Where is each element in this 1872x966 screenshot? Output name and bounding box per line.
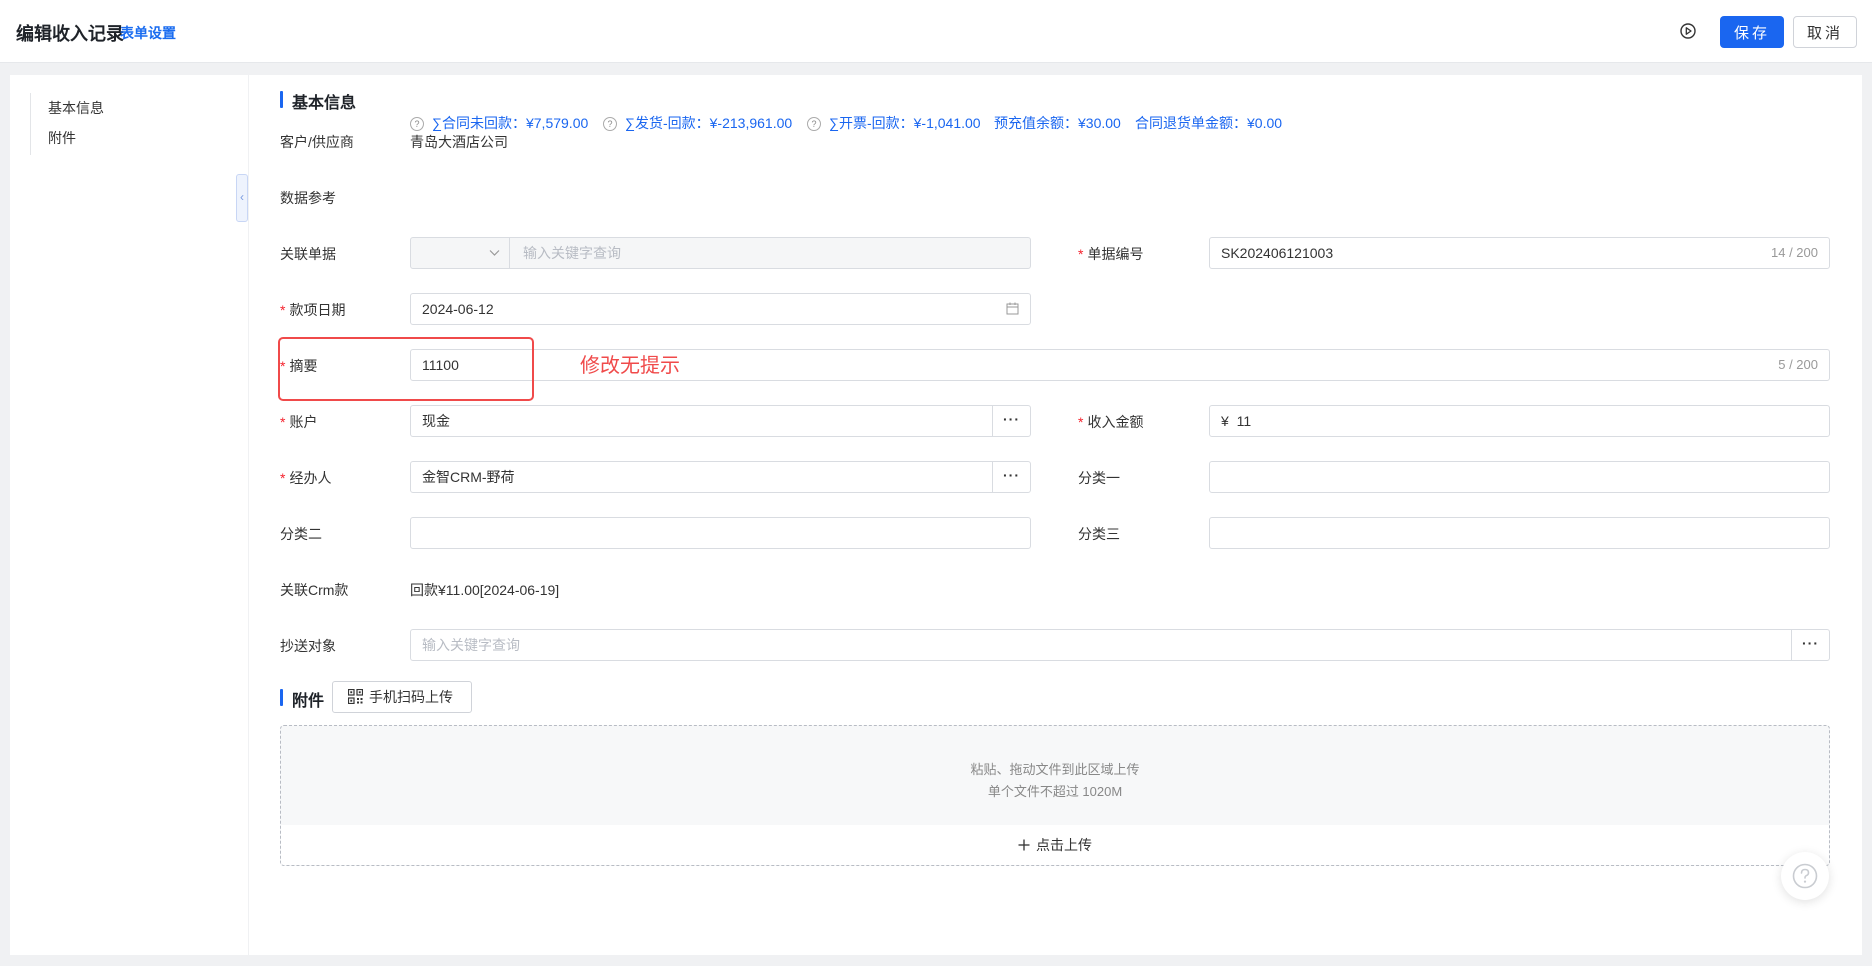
payment-date-picker[interactable]: 2024-06-12 bbox=[410, 293, 1031, 325]
page-title: 编辑收入记录 bbox=[16, 24, 124, 44]
account-field[interactable]: 现金 ··· bbox=[410, 405, 1031, 437]
save-button[interactable]: 保存 bbox=[1720, 16, 1784, 48]
collapse-sidebar-handle[interactable]: ‹ bbox=[236, 174, 248, 222]
category2-input[interactable] bbox=[410, 517, 1031, 549]
account-label: * 账户 bbox=[280, 414, 318, 430]
cancel-button[interactable]: 取消 bbox=[1793, 16, 1857, 48]
scan-upload-button[interactable]: 手机扫码上传 bbox=[332, 681, 472, 713]
more-options-button[interactable]: ··· bbox=[992, 406, 1030, 436]
handler-field[interactable]: 金智CRM-野荷 ··· bbox=[410, 461, 1031, 493]
ref-contract-return-amount: 合同退货单金额：¥0.00 bbox=[1135, 115, 1283, 131]
play-icon[interactable] bbox=[1679, 22, 1697, 40]
dropzone-size-hint: 单个文件不超过 1020M bbox=[987, 784, 1123, 799]
data-ref-label: 数据参考 bbox=[280, 190, 336, 206]
ref-prepaid-balance: 预充值余额：¥30.00 bbox=[994, 115, 1121, 131]
customer-label: 客户/供应商 bbox=[280, 134, 354, 150]
income-amount-input[interactable]: ¥ 11 bbox=[1209, 405, 1830, 437]
cc-field[interactable]: 输入关键字查询 ··· bbox=[410, 629, 1830, 661]
category3-input[interactable] bbox=[1209, 517, 1830, 549]
sidebar: 基本信息 附件 bbox=[10, 75, 248, 955]
related-doc-search-input: 输入关键字查询 bbox=[523, 245, 621, 261]
chevron-down-icon bbox=[489, 250, 500, 256]
chevron-left-icon: ‹ bbox=[240, 190, 244, 204]
anchor-nav: 基本信息 附件 bbox=[30, 93, 104, 155]
click-upload-button[interactable]: 点击上传 bbox=[281, 825, 1829, 865]
doc-number-label: * 单据编号 bbox=[1078, 246, 1144, 262]
related-crm-label: 关联Crm款 bbox=[280, 582, 349, 598]
sidebar-item-attachments[interactable]: 附件 bbox=[48, 123, 104, 153]
form-settings-link[interactable]: 表单设置 bbox=[120, 23, 176, 43]
customer-value: 青岛大酒店公司 bbox=[410, 134, 508, 150]
char-counter: 14 / 200 bbox=[1771, 245, 1818, 260]
category3-label: 分类三 bbox=[1078, 526, 1120, 542]
ref-contract-unpaid: ? ∑合同未回款：¥7,579.00 bbox=[410, 113, 588, 133]
income-amount-label: * 收入金额 bbox=[1078, 414, 1144, 430]
help-circle-icon[interactable]: ? bbox=[603, 117, 617, 131]
related-doc-label: 关联单据 bbox=[280, 246, 336, 262]
help-circle-icon[interactable]: ? bbox=[807, 117, 821, 131]
more-options-button[interactable]: ··· bbox=[1791, 630, 1829, 660]
help-circle-icon[interactable]: ? bbox=[410, 117, 424, 131]
cc-label: 抄送对象 bbox=[280, 638, 336, 654]
category1-label: 分类一 bbox=[1078, 470, 1120, 486]
handler-label: * 经办人 bbox=[280, 470, 332, 486]
cc-search-input[interactable]: 输入关键字查询 bbox=[422, 637, 520, 653]
section-title-attachments: 附件 bbox=[280, 687, 324, 711]
ref-shipped-minus-paid: ? ∑发货-回款：¥-213,961.00 bbox=[603, 113, 792, 133]
related-crm-value: 回款¥11.00[2024-06-19] bbox=[410, 582, 560, 598]
annotation-highlight-box bbox=[278, 337, 534, 401]
file-dropzone[interactable]: 粘贴、拖动文件到此区域上传 单个文件不超过 1020M 点击上传 bbox=[280, 725, 1830, 866]
section-title-basic-info: 基本信息 bbox=[280, 89, 356, 113]
related-doc-type-select bbox=[411, 238, 510, 268]
dropzone-hint: 粘贴、拖动文件到此区域上传 bbox=[970, 762, 1140, 777]
more-options-button[interactable]: ··· bbox=[992, 462, 1030, 492]
category1-input[interactable] bbox=[1209, 461, 1830, 493]
help-icon bbox=[1792, 863, 1818, 889]
sidebar-item-basic-info[interactable]: 基本信息 bbox=[48, 93, 104, 123]
related-doc-field: 输入关键字查询 bbox=[410, 237, 1031, 269]
plus-icon bbox=[1018, 839, 1030, 851]
qr-code-icon bbox=[348, 689, 363, 704]
doc-number-input[interactable]: SK202406121003 14 / 200 bbox=[1209, 237, 1830, 269]
top-bar: 编辑收入记录 表单设置 保存 取消 bbox=[0, 0, 1872, 63]
char-counter: 5 / 200 bbox=[1778, 357, 1818, 372]
payment-date-label: * 款项日期 bbox=[280, 302, 346, 318]
help-button[interactable] bbox=[1781, 852, 1829, 900]
calendar-icon bbox=[1006, 302, 1019, 315]
ref-invoiced-minus-paid: ? ∑开票-回款：¥-1,041.00 bbox=[807, 113, 981, 133]
annotation-text: 修改无提示 bbox=[580, 355, 680, 377]
category2-label: 分类二 bbox=[280, 526, 322, 542]
